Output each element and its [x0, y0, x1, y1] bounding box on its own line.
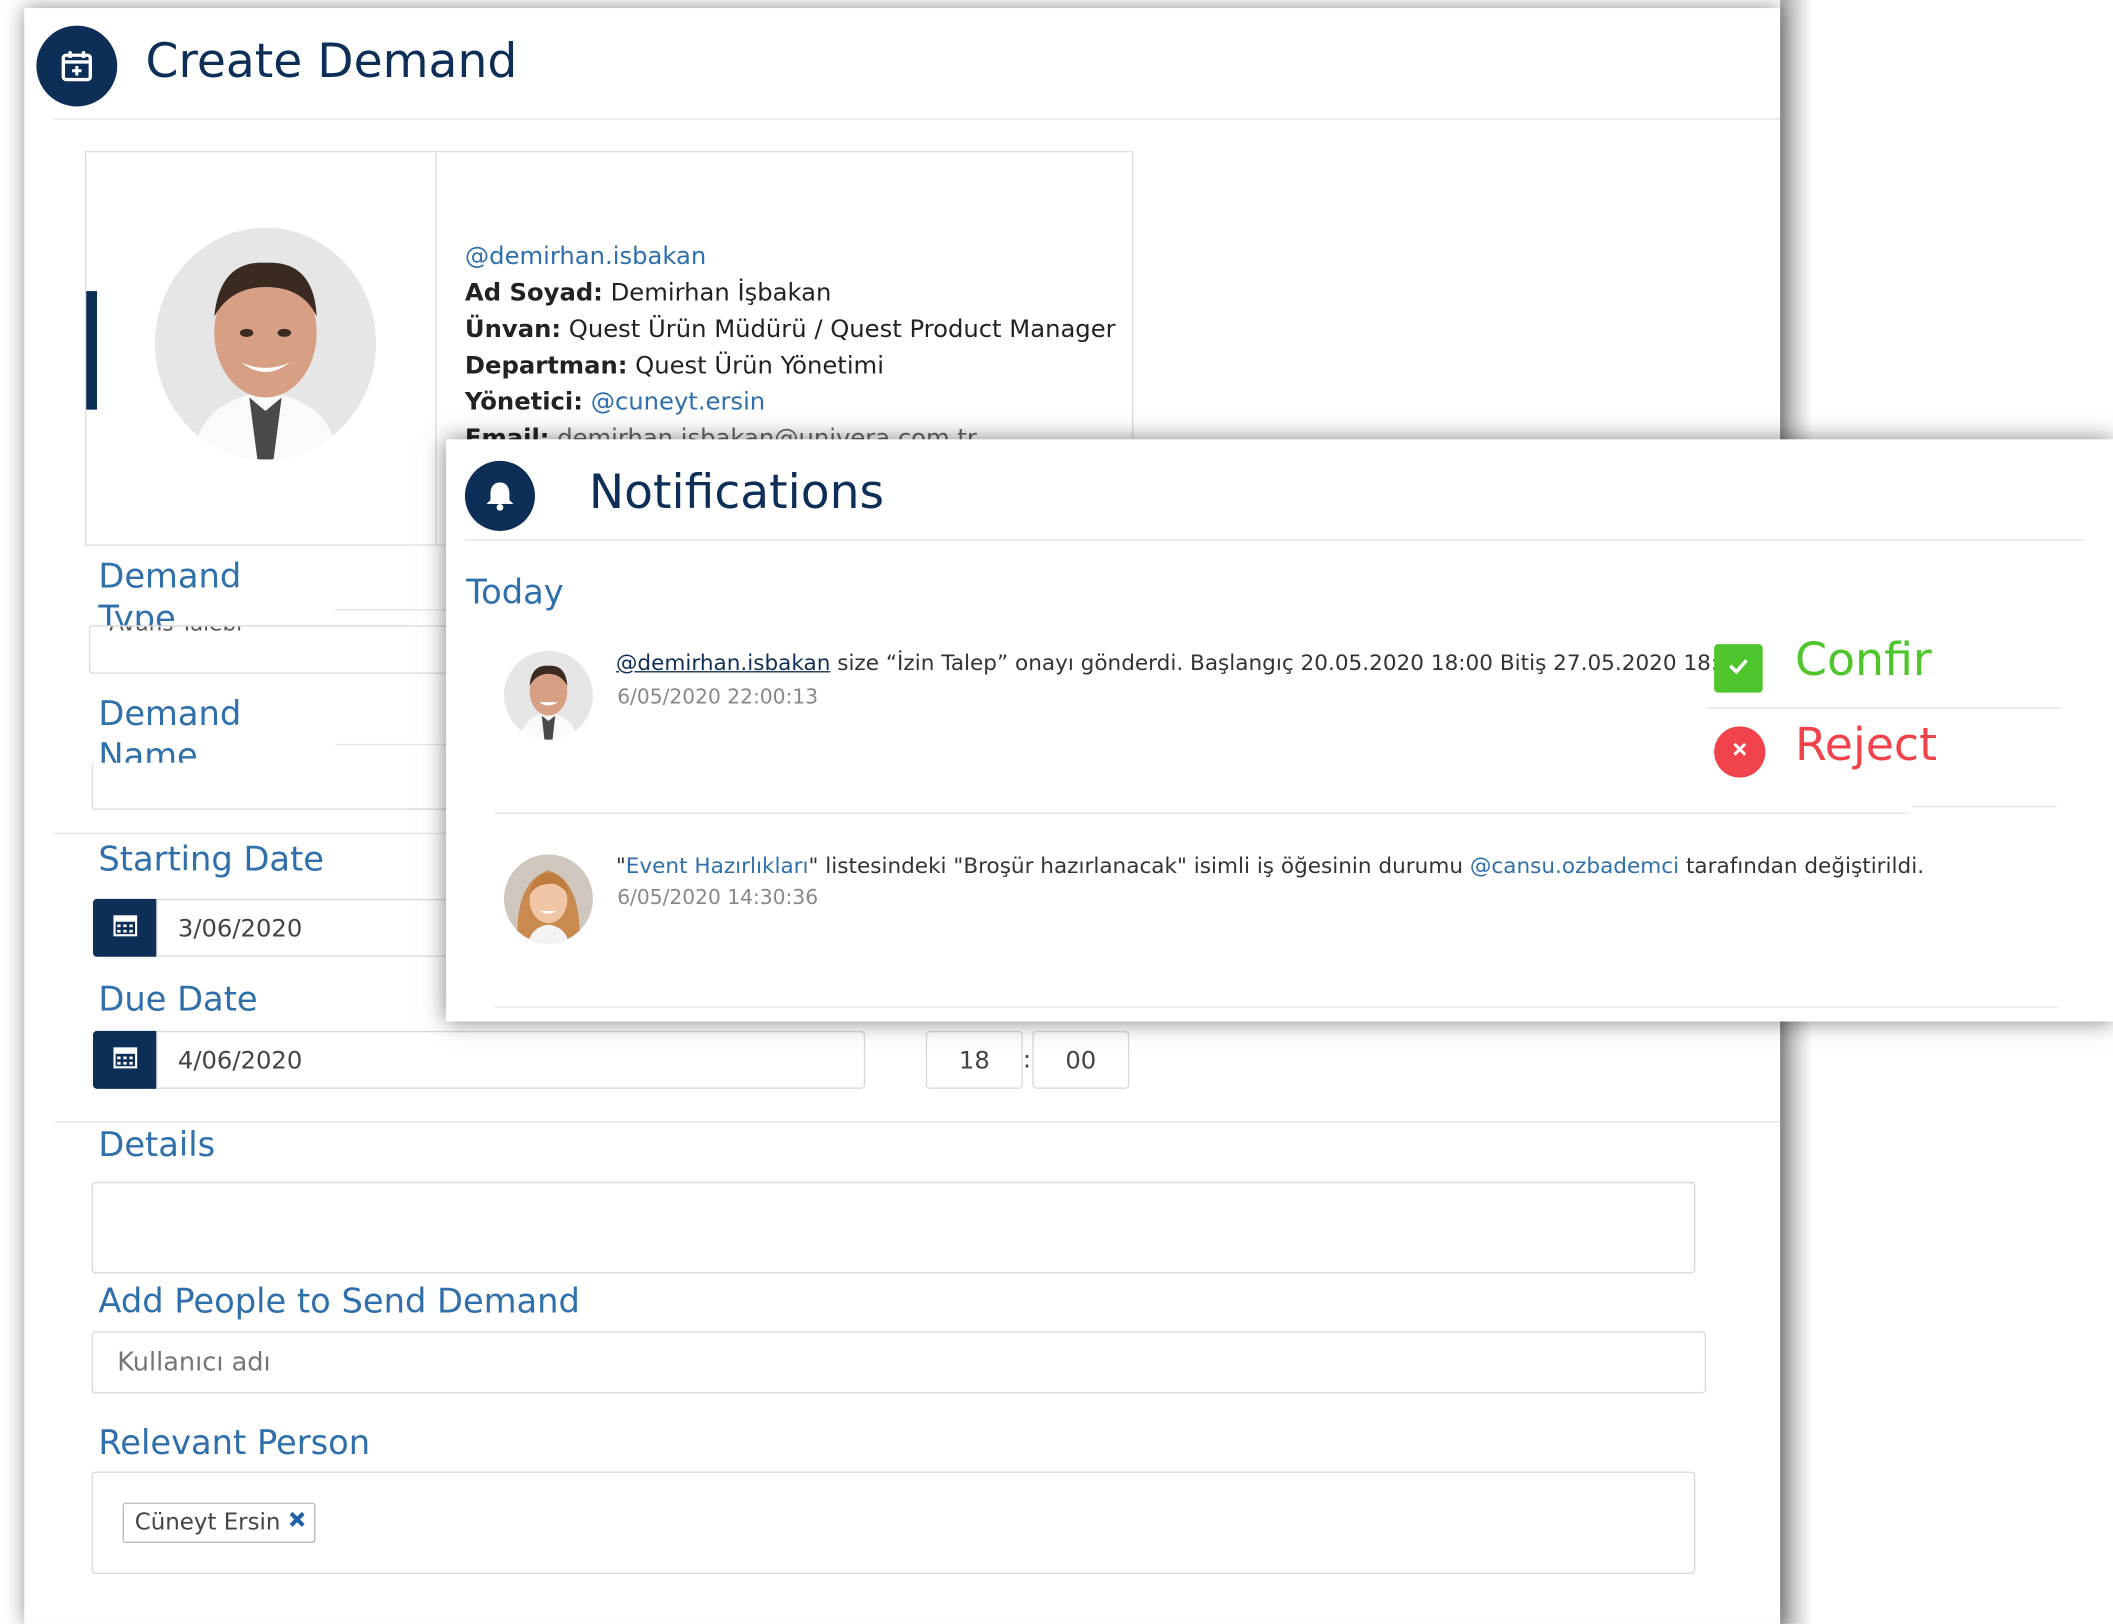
add-people-input[interactable]: [91, 1331, 1707, 1394]
due-hour-value: 18: [958, 1047, 990, 1076]
relevant-person-label: Relevant Person: [98, 1423, 371, 1463]
notification-user-link[interactable]: @demirhan.isbakan: [616, 650, 831, 676]
details-label: Details: [98, 1125, 216, 1165]
due-hour-input[interactable]: 18: [925, 1030, 1023, 1089]
profile-divider: [435, 152, 437, 545]
profile-username[interactable]: @demirhan.isbakan: [465, 243, 706, 271]
time-separator: :: [1022, 1045, 1032, 1075]
calendar-icon: [112, 912, 137, 943]
demand-type-value: Avans Talebi: [109, 627, 242, 636]
section-divider: [53, 1121, 1781, 1123]
notifications-panel: Notifications Today @demirhan.isbakan si…: [446, 439, 2113, 1022]
manager-label: Yönetici:: [464, 388, 583, 417]
close-icon: [1729, 738, 1751, 766]
notification-avatar: [504, 854, 593, 944]
demand-type-divider: [334, 609, 456, 611]
notification-message-end: tarafından değiştirildi.: [1679, 853, 1925, 879]
page-title: Create Demand: [145, 35, 518, 89]
department-value: Quest Ürün Yönetimi: [635, 351, 884, 381]
notification-date: 6/05/2020 14:30:36: [617, 885, 819, 910]
notification-avatar: [504, 650, 593, 740]
title-value: Quest Ürün Müdürü / Quest Product Manage…: [568, 315, 1116, 344]
action-divider: [1706, 707, 2062, 709]
check-icon: [1725, 652, 1752, 686]
title-label: Ünvan:: [464, 315, 562, 344]
notification-divider: [494, 1006, 2058, 1009]
calendar-plus-icon: [36, 25, 118, 107]
group-label-today: Today: [466, 572, 564, 612]
notifications-title: Notifications: [588, 466, 885, 521]
header-divider: [53, 118, 1781, 120]
starting-date-input[interactable]: 3/06/2020: [156, 898, 459, 957]
details-textarea[interactable]: [91, 1181, 1696, 1274]
remove-tag-icon[interactable]: [289, 1511, 307, 1535]
due-date-value: 4/06/2020: [177, 1047, 303, 1076]
action-divider: [1912, 805, 2058, 808]
list-link[interactable]: Event Hazırlıkları: [626, 853, 809, 879]
due-date-label: Due Date: [98, 979, 258, 1019]
notification-divider: [494, 812, 1910, 814]
calendar-icon: [112, 1044, 137, 1075]
person-tag: Cüneyt Ersin: [122, 1502, 316, 1544]
profile-accent-bar: [86, 291, 98, 410]
department-label: Departman:: [464, 351, 628, 381]
add-people-label: Add People to Send Demand: [98, 1280, 621, 1322]
due-minute-input[interactable]: 00: [1032, 1030, 1130, 1089]
profile-details: @demirhan.isbakan Ad Soyad: Demirhan İşb…: [465, 239, 1116, 457]
notification-date: 6/05/2020 22:00:13: [617, 684, 819, 709]
notification-item: @demirhan.isbakan size “İzin Talep” onay…: [446, 628, 2113, 817]
bell-icon: [464, 460, 535, 531]
relevant-person-box[interactable]: Cüneyt Ersin: [91, 1471, 1696, 1574]
name-value: Demirhan İşbakan: [610, 278, 832, 308]
confirm-button[interactable]: [1714, 644, 1763, 693]
reject-label[interactable]: Reject: [1795, 718, 1937, 772]
starting-date-label: Starting Date: [98, 839, 325, 879]
profile-avatar: [154, 227, 376, 460]
starting-date-value: 3/06/2020: [177, 915, 303, 944]
person-tag-label: Cüneyt Ersin: [134, 1509, 281, 1537]
due-date-input[interactable]: 4/06/2020: [156, 1030, 866, 1089]
due-minute-value: 00: [1065, 1047, 1097, 1076]
starting-date-calendar-button[interactable]: [92, 898, 157, 957]
reject-button[interactable]: [1714, 726, 1766, 778]
demand-name-input[interactable]: [91, 762, 459, 810]
manager-link[interactable]: @cuneyt.ersin: [591, 388, 765, 416]
due-date-calendar-button[interactable]: [92, 1030, 157, 1089]
confirm-label[interactable]: Confir: [1795, 633, 1932, 687]
notification-message: size “İzin Talep” onayı gönderdi. Başlan…: [830, 649, 1753, 676]
demand-name-divider: [334, 743, 456, 746]
notification-user-link[interactable]: @cansu.ozbademci: [1470, 853, 1679, 879]
notification-message: " listesindeki "Broşür hazırlanacak" isi…: [808, 853, 1470, 879]
name-label: Ad Soyad:: [464, 278, 603, 308]
notification-text: "Event Hazırlıkları" listesindeki "Broşü…: [616, 853, 1924, 879]
notification-item: "Event Hazırlıkları" listesindeki "Broşü…: [446, 830, 2113, 1005]
quote-mark: ": [615, 853, 626, 879]
notification-text: @demirhan.isbakan size “İzin Talep” onay…: [616, 650, 1753, 676]
section-divider: [53, 832, 456, 835]
demand-type-select[interactable]: Avans Talebi: [88, 625, 459, 674]
notifications-header-divider: [464, 539, 2085, 541]
